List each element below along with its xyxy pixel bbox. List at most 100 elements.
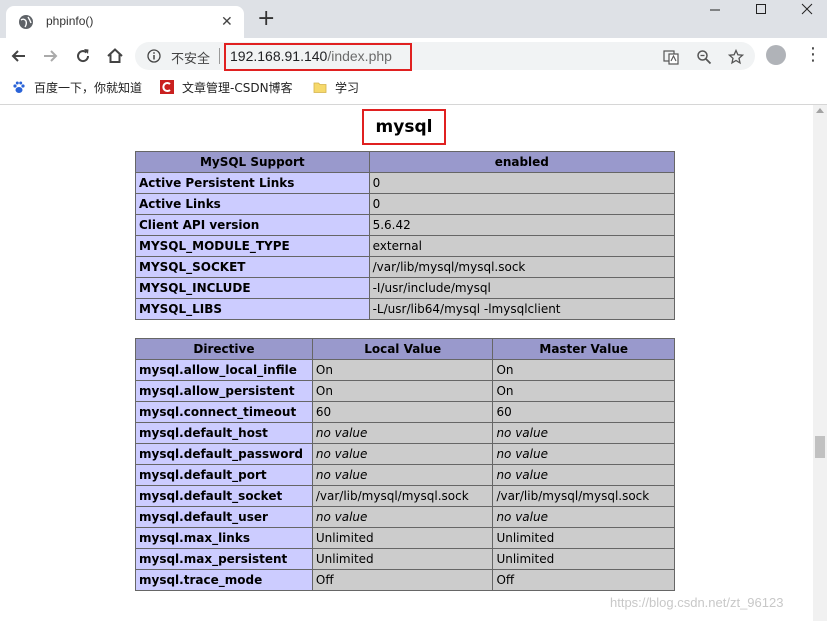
row-key: MYSQL_MODULE_TYPE	[135, 235, 370, 257]
table-row: mysql.default_port no value no value	[135, 464, 675, 486]
back-arrow-icon[interactable]	[9, 46, 29, 66]
translate-icon[interactable]	[663, 49, 679, 65]
browser-toolbar: 不安全 192.168.91.140/index.php	[0, 38, 827, 72]
table-row: mysql.default_socket/var/lib/mysql/mysql…	[135, 485, 675, 507]
row-key: MYSQL_LIBS	[135, 298, 370, 320]
url-text[interactable]: 192.168.91.140/index.php	[230, 48, 392, 64]
table-row: mysql.allow_local_infile On On	[135, 359, 675, 381]
row-key: Client API version	[135, 214, 370, 236]
table-row: Client API version 5.6.42	[135, 214, 676, 236]
row-key: MYSQL_INCLUDE	[135, 277, 370, 299]
local-value: On	[311, 380, 494, 402]
zoom-icon[interactable]	[696, 49, 712, 65]
local-value: no value	[311, 464, 494, 486]
reload-icon[interactable]	[73, 46, 93, 66]
tab-title: phpinfo()	[46, 14, 94, 28]
directive-name: mysql.default_socket	[135, 485, 313, 507]
globe-icon	[19, 15, 33, 29]
directive-name: mysql.default_port	[135, 464, 313, 486]
row-key: Active Links	[135, 193, 370, 215]
master-value: Unlimited	[492, 548, 675, 570]
bookmark-baidu[interactable]: 百度一下，你就知道	[12, 79, 142, 96]
window-close-icon[interactable]	[784, 0, 827, 30]
table-row: MYSQL_LIBS -L/usr/lib64/mysql -lmysqlclie…	[135, 298, 676, 320]
row-value: 5.6.42	[368, 214, 676, 236]
master-value: On	[492, 359, 675, 381]
directive-name: mysql.allow_persistent	[135, 380, 313, 402]
scroll-up-arrow-icon[interactable]	[816, 108, 824, 113]
table-row: mysql.trace_mode Off Off	[135, 569, 675, 591]
omnibox-divider	[219, 48, 220, 64]
mysql-directives-table: Directive Local Value Master Value mysql…	[135, 338, 675, 591]
directive-name: mysql.allow_local_infile	[135, 359, 313, 381]
tab-close-icon[interactable]: ✕	[221, 14, 233, 30]
table-header-row: MySQL Support enabled	[135, 151, 676, 173]
column-header: MySQL Support	[135, 151, 370, 173]
master-value: 60	[492, 401, 675, 423]
master-value: no value	[492, 422, 675, 444]
directive-name: mysql.default_user	[135, 506, 313, 528]
table-row: mysql.default_user no value no value	[135, 506, 675, 528]
local-value: 60	[311, 401, 494, 423]
mysql-support-table: MySQL Support enabled Active Persistent …	[135, 151, 676, 320]
new-tab-icon[interactable]: +	[257, 7, 275, 31]
watermark-text: https://blog.csdn.net/zt_96123	[610, 595, 784, 610]
master-value: no value	[492, 464, 675, 486]
url-highlight: 192.168.91.140/index.php	[224, 43, 412, 71]
table-row: mysql.max_links Unlimited Unlimited	[135, 527, 675, 549]
bookmark-csdn[interactable]: 文章管理-CSDN博客	[160, 79, 293, 96]
minimize-icon[interactable]	[692, 0, 738, 30]
security-label[interactable]: 不安全	[171, 48, 210, 67]
table-row: mysql.allow_persistent On On	[135, 380, 675, 402]
column-header: Directive	[135, 338, 313, 360]
row-value: /var/lib/mysql/mysql.sock	[368, 256, 676, 278]
local-value: no value	[311, 443, 494, 465]
table-row: Active Links 0	[135, 193, 676, 215]
vertical-scrollbar[interactable]	[813, 105, 827, 621]
column-header: Local Value	[311, 338, 494, 360]
row-value: -L/usr/lib64/mysql -lmysqlclient	[368, 298, 676, 320]
local-value: no value	[311, 422, 494, 444]
bookmark-label: 学习	[335, 81, 360, 95]
master-value: /var/lib/mysql/mysql.sock	[492, 485, 675, 507]
column-header: Master Value	[492, 338, 675, 360]
table-row: mysql.default_host no value no value	[135, 422, 675, 444]
table-row: MYSQL_MODULE_TYPE external	[135, 235, 676, 257]
table-header-row: Directive Local Value Master Value	[135, 338, 675, 360]
master-value: Unlimited	[492, 527, 675, 549]
info-icon[interactable]	[147, 49, 161, 63]
bookmarks-bar: 百度一下，你就知道 文章管理-CSDN博客 学习	[0, 72, 827, 105]
tab-strip: phpinfo() ✕ +	[0, 0, 827, 38]
section-heading-highlight: mysql	[362, 109, 446, 145]
bookmark-label: 文章管理-CSDN博客	[182, 81, 293, 95]
directive-name: mysql.trace_mode	[135, 569, 313, 591]
master-value: no value	[492, 443, 675, 465]
master-value: no value	[492, 506, 675, 528]
tab-phpinfo[interactable]: phpinfo() ✕	[6, 6, 244, 38]
local-value: Unlimited	[311, 548, 494, 570]
csdn-icon	[160, 80, 174, 94]
url-path: /index.php	[327, 48, 392, 64]
folder-icon	[313, 82, 327, 93]
bookmark-star-icon[interactable]	[728, 49, 744, 65]
address-bar[interactable]: 不安全 192.168.91.140/index.php	[135, 42, 755, 71]
menu-dots-icon[interactable]: ⋮	[804, 45, 822, 65]
directive-name: mysql.connect_timeout	[135, 401, 313, 423]
home-icon[interactable]	[105, 46, 125, 66]
directive-name: mysql.default_password	[135, 443, 313, 465]
profile-avatar-icon[interactable]	[766, 45, 786, 65]
table-row: Active Persistent Links 0	[135, 172, 676, 194]
table-row: mysql.default_password no value no value	[135, 443, 675, 465]
directive-name: mysql.max_persistent	[135, 548, 313, 570]
bookmark-folder-study[interactable]: 学习	[313, 79, 359, 96]
local-value: /var/lib/mysql/mysql.sock	[311, 485, 494, 507]
row-value: 0	[368, 193, 676, 215]
row-key: Active Persistent Links	[135, 172, 370, 194]
directive-name: mysql.max_links	[135, 527, 313, 549]
table-row: MYSQL_INCLUDE -I/usr/include/mysql	[135, 277, 676, 299]
forward-arrow-icon[interactable]	[40, 46, 60, 66]
local-value: On	[311, 359, 494, 381]
scroll-thumb[interactable]	[815, 436, 825, 458]
row-value: external	[368, 235, 676, 257]
maximize-icon[interactable]	[738, 0, 784, 30]
